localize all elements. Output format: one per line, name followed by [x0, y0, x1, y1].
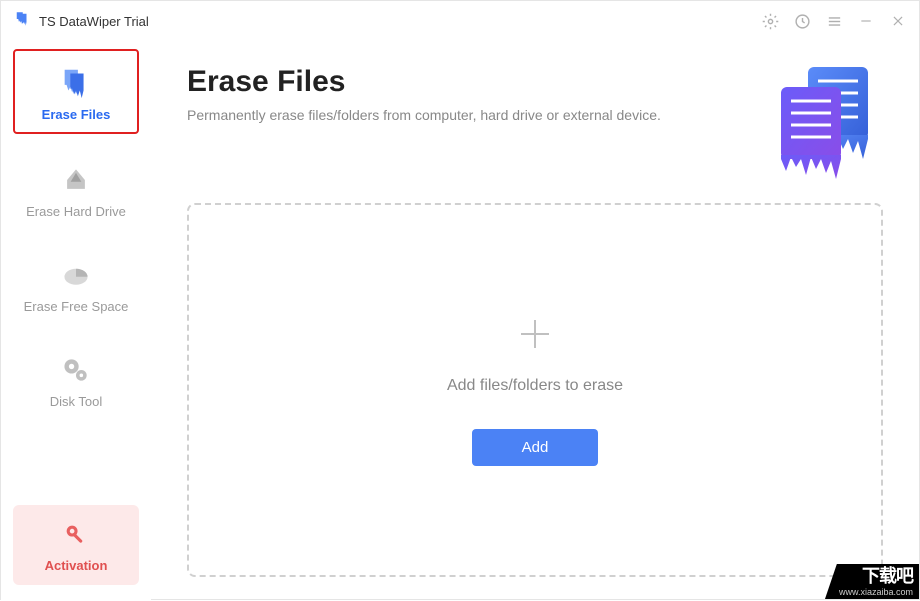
close-icon[interactable]	[889, 12, 907, 30]
pie-chart-icon	[58, 257, 94, 293]
app-body: Erase Files Erase Hard Drive Erase Free …	[1, 41, 919, 601]
sidebar-item-activation[interactable]: Activation	[13, 505, 139, 585]
titlebar: TS DataWiper Trial	[1, 1, 919, 41]
plus-icon	[515, 314, 555, 359]
sidebar-item-erase-files[interactable]: Erase Files	[13, 49, 139, 134]
watermark: 下载吧 www.xiazaiba.com	[825, 564, 919, 599]
main-panel: Erase Files Permanently erase files/fold…	[151, 41, 919, 601]
sidebar-spacer	[13, 433, 139, 505]
watermark-url: www.xiazaiba.com	[839, 587, 913, 598]
history-icon[interactable]	[793, 12, 811, 30]
hard-drive-icon	[58, 162, 94, 198]
sidebar-item-label: Erase Free Space	[24, 299, 129, 314]
watermark-text: 下载吧	[839, 566, 913, 588]
sidebar-item-erase-hard-drive[interactable]: Erase Hard Drive	[13, 148, 139, 229]
header-illustration	[763, 59, 883, 179]
menu-icon[interactable]	[825, 12, 843, 30]
sidebar: Erase Files Erase Hard Drive Erase Free …	[1, 41, 151, 601]
dropzone-text: Add files/folders to erase	[447, 377, 623, 395]
key-icon	[62, 521, 90, 554]
activation-label: Activation	[45, 558, 108, 573]
app-title: TS DataWiper Trial	[39, 14, 149, 29]
add-button[interactable]: Add	[472, 429, 599, 466]
main-header-text: Erase Files Permanently erase files/fold…	[187, 59, 661, 123]
main-header: Erase Files Permanently erase files/fold…	[187, 59, 883, 179]
sidebar-item-label: Erase Files	[42, 107, 111, 122]
sidebar-item-disk-tool[interactable]: Disk Tool	[13, 338, 139, 419]
erase-files-icon	[58, 65, 94, 101]
dropzone[interactable]: Add files/folders to erase Add	[187, 203, 883, 577]
settings-icon[interactable]	[761, 12, 779, 30]
sidebar-item-label: Erase Hard Drive	[26, 204, 126, 219]
gear-icon	[58, 352, 94, 388]
sidebar-item-erase-free-space[interactable]: Erase Free Space	[13, 243, 139, 324]
page-subtitle: Permanently erase files/folders from com…	[187, 107, 661, 123]
titlebar-left: TS DataWiper Trial	[13, 10, 149, 33]
sidebar-item-label: Disk Tool	[50, 394, 103, 409]
app-logo-icon	[13, 10, 31, 33]
titlebar-controls	[761, 12, 907, 30]
page-title: Erase Files	[187, 65, 661, 99]
minimize-icon[interactable]	[857, 12, 875, 30]
